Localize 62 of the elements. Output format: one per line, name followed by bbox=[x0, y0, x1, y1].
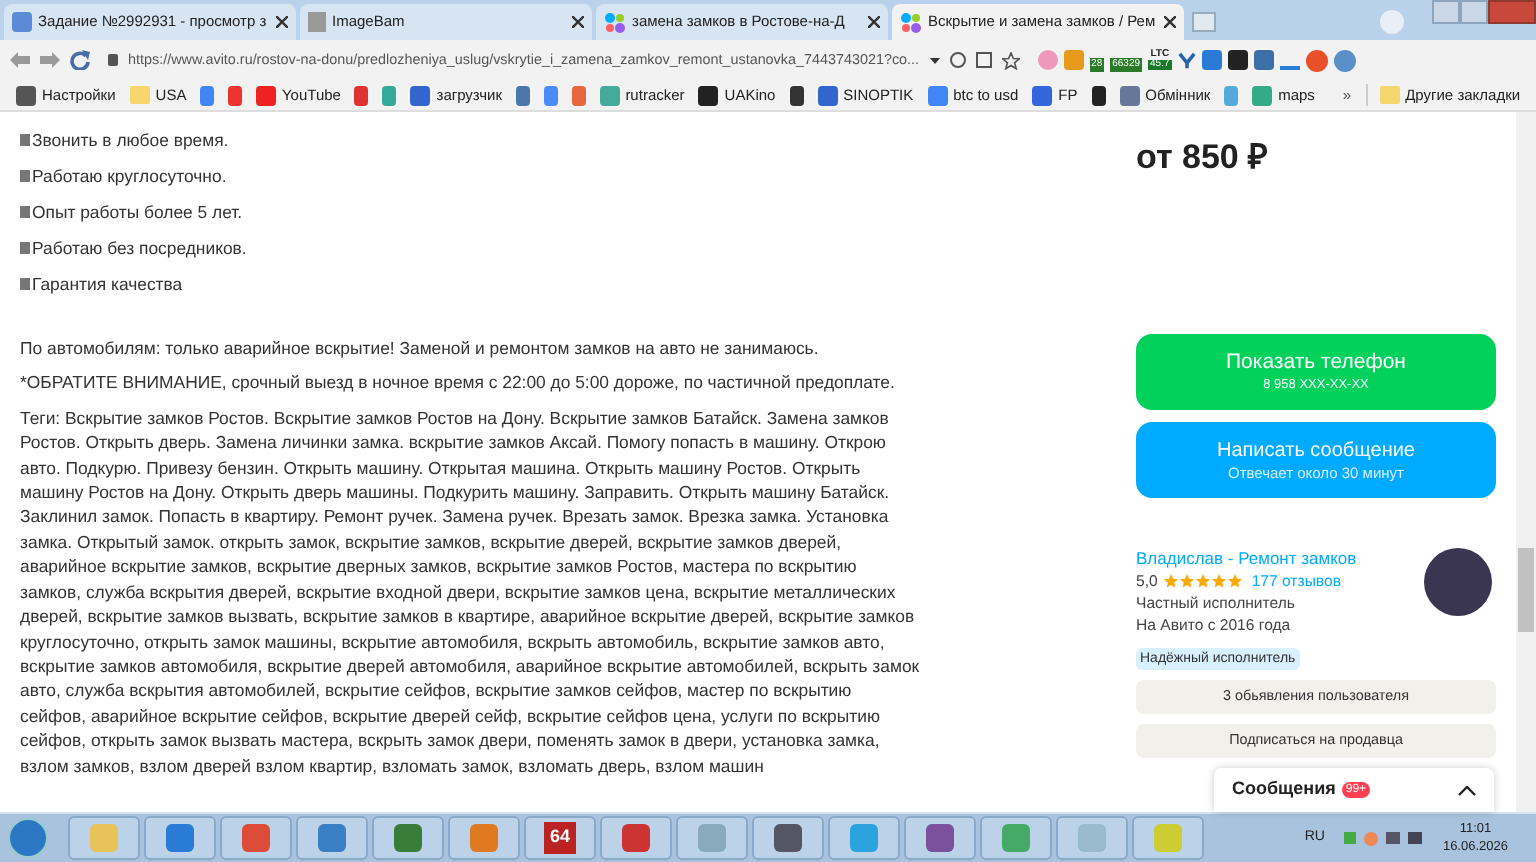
window-controls[interactable] bbox=[1432, 0, 1536, 24]
back-arrow-icon[interactable] bbox=[10, 52, 30, 68]
bullet-icon bbox=[20, 241, 30, 254]
new-tab-icon[interactable] bbox=[1192, 12, 1216, 32]
bookmark-icon bbox=[927, 85, 948, 105]
bookmark-icon bbox=[817, 85, 838, 105]
bookmark-icon bbox=[1032, 85, 1053, 105]
bullet-icon bbox=[20, 134, 30, 147]
star-icon[interactable] bbox=[1001, 51, 1020, 69]
taskbar-app[interactable] bbox=[372, 816, 444, 860]
reload-icon[interactable] bbox=[70, 50, 90, 70]
extension-icon[interactable] bbox=[1227, 50, 1248, 70]
close-icon[interactable] bbox=[276, 16, 288, 28]
bookmark-icon[interactable] bbox=[789, 85, 804, 105]
taskbar-app[interactable] bbox=[144, 816, 216, 860]
bullet-icon bbox=[20, 277, 30, 290]
feature-text: Звонить в любое время. bbox=[32, 128, 229, 153]
close-icon[interactable] bbox=[868, 16, 880, 28]
dots-logo-icon bbox=[604, 11, 626, 33]
forward-arrow-icon[interactable] bbox=[40, 52, 60, 68]
feature-text: Работаю круглосуточно. bbox=[32, 163, 227, 189]
taskbar-app[interactable] bbox=[752, 816, 824, 860]
taskbar-app[interactable] bbox=[448, 816, 520, 860]
price: от 850 ₽ bbox=[1136, 136, 1271, 180]
start-button[interactable] bbox=[8, 818, 48, 858]
tray-icons[interactable] bbox=[1344, 831, 1423, 845]
avatar[interactable] bbox=[1424, 548, 1492, 616]
logo-icon bbox=[12, 12, 32, 32]
folder-icon bbox=[129, 86, 150, 104]
button-label: Показать телефон bbox=[1226, 350, 1406, 376]
taskbar-app[interactable] bbox=[600, 816, 672, 860]
taskbar-app[interactable] bbox=[220, 816, 292, 860]
bullet-icon bbox=[20, 170, 30, 183]
bullet-icon bbox=[20, 206, 30, 219]
feature-text: Опыт работы более 5 лет. bbox=[32, 199, 243, 225]
caret-icon[interactable] bbox=[929, 57, 940, 63]
close-icon[interactable] bbox=[572, 16, 584, 28]
dots-logo-icon bbox=[900, 11, 922, 33]
bookmark-icon bbox=[698, 85, 719, 105]
folder-icon bbox=[1379, 86, 1400, 104]
taskbar-app[interactable] bbox=[296, 816, 368, 860]
bookmark-icon bbox=[1252, 85, 1273, 105]
feature-text: Гарантия качества bbox=[32, 271, 183, 297]
bookmark-icon[interactable] bbox=[1091, 85, 1106, 105]
description-paragraph: Теги: Вскрытие замков Ростов. Вскрытие замков Ростов на Дону. Вскрытие замков Батайск. Замена замков Ростов. Открыть дверь. Замена личинки замка. вскрытие замков Аксай. Помогу попасть в машину. Открою авто. Подкурю. Привезу бензин. Открыть машину. Открытая машина. Открыть машину Ростов. Открыть машину Ростов на Дону. Открыть дверь машины. Подкурить машину. Заправить. Открыть машину Батайск. Заклинил замок. Попасть в квартиру. Ремонт ручек. Замена ручек. Врезать замок. Врезка замка. Установка замка. Открытый замок. открыть замок, вскрытие замков, вскрытие дверей, вскрытие замков дверей, аварийное вскрытие замков, вскрытие дверных замков, вскрытие замков Ростов, мастера по вскрытию замков, служба вскрытия дверей, вскрытие входной двери, вскрытие замков цена, вскрытие металлических дверей, вскрытие замков вызвать, вскрытие замков в квартире, аварийное вскрытие дверей, вскрытие замков круглосуточно, открыть замок машины, вскрытие автомобиля, вскрыть автомобиль, вскрытие замков авто, вскрытие замков автомобиля, вскрытие дверей автомобиля, аварийное вскрытие автомобилей, вскрыть замок авто, служба вскрытия автомобилей, вскрытие сейфов, вскрытие замков сейфов, мастер по вскрытию сейфов, аварийное вскрытие сейфов, вскрытие дверей сейф, вскрытие сейфов цена, услуги по вскрытию сейфов, открыть замок вызвать мастера, вскрыть замок двери, поменять замок в двери, установка замка, взлом замков, взлом дверей взлом квартир, взломать замок, взломать дверь, взлом машин bbox=[20, 405, 920, 778]
bookmark-icon bbox=[410, 85, 431, 105]
description-paragraph: По автомобилям: только аварийное вскрытие! Заменой и ремонтом замков на авто не занимаюсь. bbox=[20, 336, 821, 361]
bookmark-icon bbox=[599, 85, 620, 105]
taskbar-app[interactable]: 64 bbox=[524, 816, 596, 860]
bookmark-icon bbox=[255, 85, 276, 105]
taskbar-app[interactable] bbox=[904, 816, 976, 860]
chevron-up-icon[interactable] bbox=[1458, 785, 1476, 795]
bookmark-icon bbox=[1119, 85, 1140, 105]
messages-title: Сообщения bbox=[1232, 776, 1336, 803]
feature-text: Работаю без посредников. bbox=[32, 235, 247, 261]
button-label: Написать сообщение bbox=[1216, 437, 1415, 463]
bookmark-icon bbox=[16, 85, 36, 105]
app-logo: 64 bbox=[544, 822, 576, 854]
scrollbar[interactable] bbox=[1516, 112, 1536, 812]
description-paragraph: *ОБРАТИТЕ ВНИМАНИЕ, срочный выезд в ночное время с 22:00 до 5:00 дороже, по частичной предоплате. bbox=[20, 370, 897, 396]
page-icon bbox=[308, 12, 326, 32]
close-icon[interactable] bbox=[1164, 16, 1176, 28]
